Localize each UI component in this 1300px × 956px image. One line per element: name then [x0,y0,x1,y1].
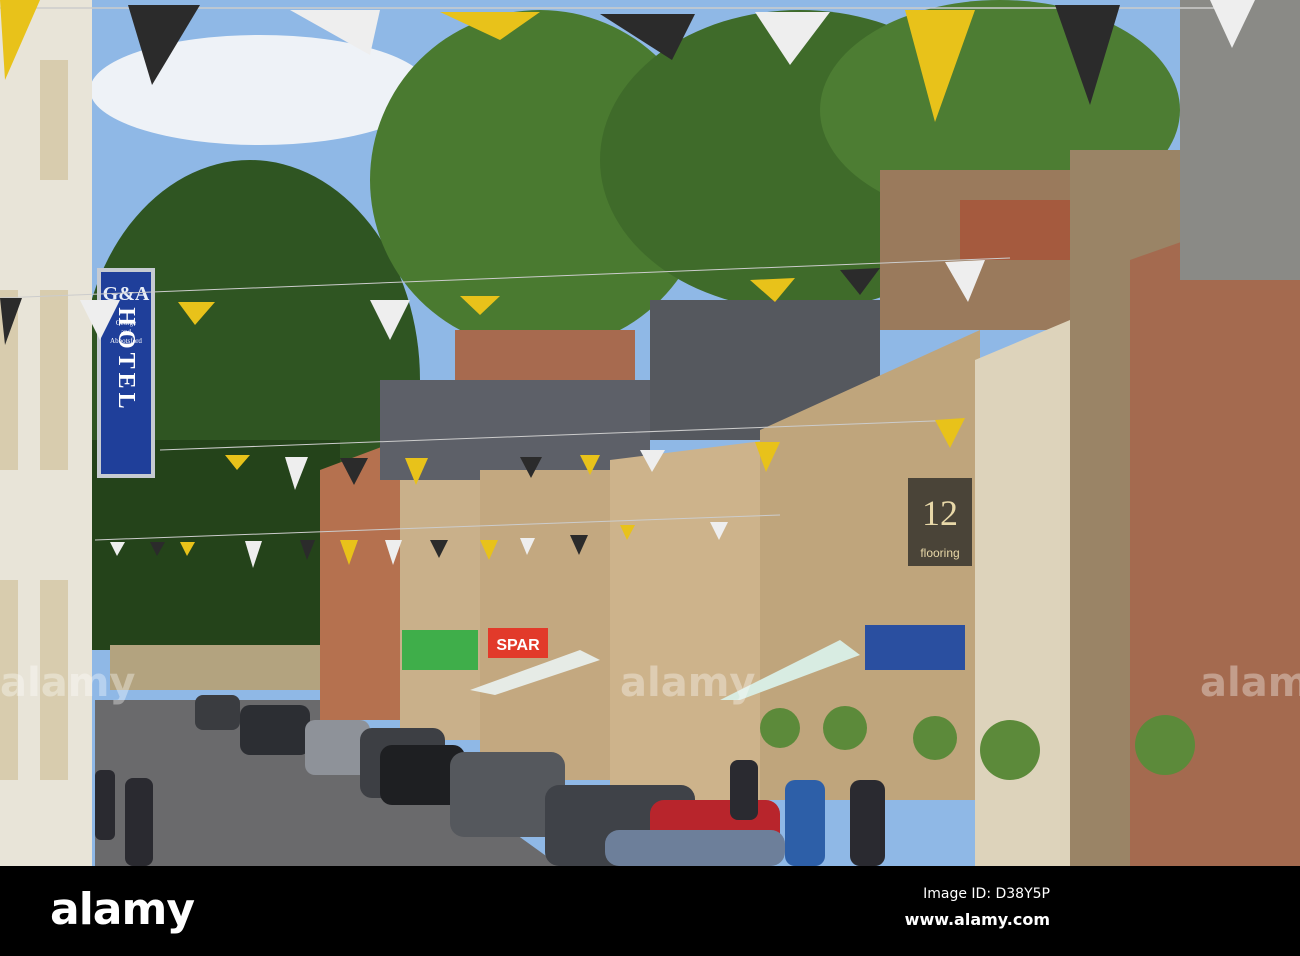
shopfront-blue [865,625,965,670]
sign-number: 12 [922,493,958,533]
shopfront-green [402,630,478,670]
street-scene: SPAR 12 flooring G&A George and Abbotsfo… [0,0,1300,866]
back-wall [110,645,330,690]
watermark-center: alamy [620,660,756,706]
sign-word: flooring [920,546,959,560]
site-url[interactable]: www.alamy.com [905,910,1050,929]
spar-sign: SPAR [496,637,540,654]
footer-bar: alamy Image ID: D38Y5P www.alamy.com [0,866,1300,956]
street-photo: SPAR 12 flooring G&A George and Abbotsfo… [0,0,1300,956]
image-id: Image ID: D38Y5P [923,886,1050,902]
alamy-logo[interactable]: alamy [50,884,195,935]
watermark-right: alamy [1200,660,1300,706]
watermark: alamy [0,660,136,706]
hotel-sign: G&A George and Abbotsford HOTEL [97,268,155,478]
hotel-word: HOTEL [113,307,139,412]
